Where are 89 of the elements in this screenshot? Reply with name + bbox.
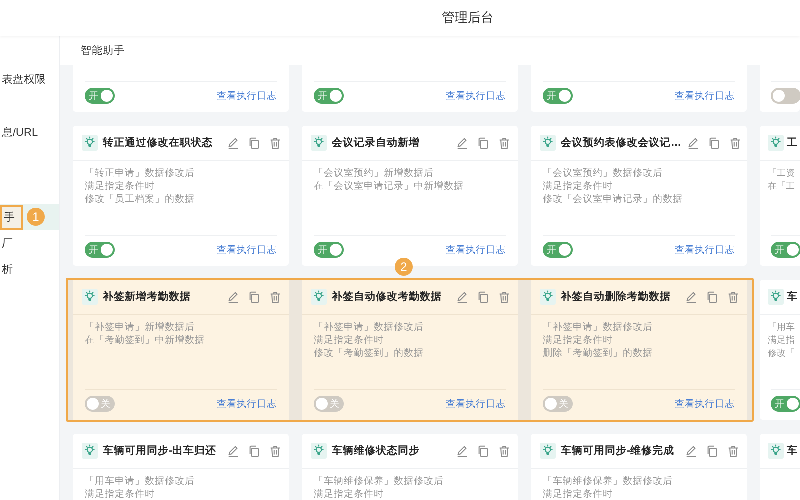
toggle-switch[interactable]: 开 bbox=[771, 242, 800, 258]
rule-title: 车 bbox=[787, 290, 798, 304]
execution-log-link[interactable]: 查看执行日志 bbox=[446, 398, 506, 410]
rule-description: 「转正申请」数据修改后 满足指定条件时 修改「员工档案」的数据 bbox=[85, 167, 195, 206]
delete-icon[interactable] bbox=[269, 444, 282, 458]
rule-title: 补签自动删除考勤数据 bbox=[561, 290, 671, 304]
rule-title: 工 bbox=[787, 136, 798, 150]
sidebar-item[interactable]: 表盘权限 bbox=[0, 66, 59, 92]
copy-icon[interactable] bbox=[477, 136, 490, 150]
delete-icon[interactable] bbox=[498, 290, 511, 304]
rule-description: 「会议室预约」数据修改后 满足指定条件时 修改「会议室申请记录」的数据 bbox=[543, 167, 683, 206]
rule-description: 「补签申请」新增数据后 在「考勤签到」中新增数据 bbox=[85, 321, 205, 347]
copy-icon[interactable] bbox=[477, 290, 490, 304]
edit-icon[interactable] bbox=[456, 290, 469, 304]
lightbulb-icon bbox=[768, 135, 784, 151]
execution-log-link[interactable]: 查看执行日志 bbox=[446, 244, 506, 256]
copy-icon[interactable] bbox=[248, 444, 261, 458]
execution-log-link[interactable]: 查看执行日志 bbox=[675, 244, 735, 256]
delete-icon[interactable] bbox=[727, 290, 740, 304]
toggle-switch[interactable]: 开 bbox=[85, 88, 115, 104]
copy-icon[interactable] bbox=[477, 444, 490, 458]
execution-log-link[interactable]: 查看执行日志 bbox=[675, 90, 735, 102]
edit-icon[interactable] bbox=[686, 136, 700, 150]
rule-description: 「工资 在「工 bbox=[768, 167, 795, 193]
rule-description: 「车辆维修保养」数据修改后 满足指定条件时 bbox=[314, 475, 444, 500]
delete-icon[interactable] bbox=[269, 290, 282, 304]
rule-description: 「补签申请」数据修改后 满足指定条件时 删除「考勤签到」的数据 bbox=[543, 321, 653, 360]
edit-icon[interactable] bbox=[227, 136, 240, 150]
execution-log-link[interactable]: 查看执行日志 bbox=[217, 398, 277, 410]
rule-description: 「用车申请」数据修改后 满足指定条件时 bbox=[85, 475, 195, 500]
copy-icon[interactable] bbox=[248, 136, 261, 150]
copy-icon[interactable] bbox=[708, 136, 720, 150]
lightbulb-icon bbox=[540, 289, 556, 305]
toggle-switch[interactable]: 开 bbox=[314, 88, 344, 104]
rule-description: 「会议室预约」新增数据后 在「会议室申请记录」中新增数据 bbox=[314, 167, 464, 193]
edit-icon[interactable] bbox=[685, 290, 698, 304]
rule-title: 车 bbox=[787, 444, 798, 458]
delete-icon[interactable] bbox=[728, 136, 742, 150]
lightbulb-icon bbox=[82, 289, 98, 305]
lightbulb-icon bbox=[311, 443, 327, 459]
delete-icon[interactable] bbox=[269, 136, 282, 150]
sidebar-item[interactable]: 厂 bbox=[0, 230, 59, 256]
toggle-switch[interactable]: 开 bbox=[314, 242, 344, 258]
sidebar-item[interactable]: 手 1 bbox=[0, 204, 59, 230]
rule-title: 车辆可用同步-维修完成 bbox=[561, 444, 674, 458]
execution-log-link[interactable]: 查看执行日志 bbox=[217, 90, 277, 102]
edit-icon[interactable] bbox=[227, 444, 240, 458]
edit-icon[interactable] bbox=[227, 290, 240, 304]
lightbulb-icon bbox=[540, 135, 556, 151]
delete-icon[interactable] bbox=[498, 444, 511, 458]
toggle-switch[interactable] bbox=[771, 88, 800, 104]
lightbulb-icon bbox=[311, 289, 327, 305]
copy-icon[interactable] bbox=[706, 290, 719, 304]
breadcrumb: 智能助手 bbox=[81, 44, 125, 58]
toggle-switch[interactable]: 开 bbox=[543, 242, 573, 258]
rule-title: 车辆可用同步-出车归还 bbox=[103, 444, 216, 458]
copy-icon[interactable] bbox=[706, 444, 719, 458]
rule-title: 会议记录自动新增 bbox=[332, 136, 420, 150]
lightbulb-icon bbox=[768, 443, 784, 459]
edit-icon[interactable] bbox=[456, 444, 469, 458]
rule-title: 会议预约表修改会议记… bbox=[561, 136, 682, 150]
toggle-switch[interactable]: 开 bbox=[771, 396, 800, 412]
rule-title: 补签自动修改考勤数据 bbox=[332, 290, 442, 304]
edit-icon[interactable] bbox=[456, 136, 469, 150]
delete-icon[interactable] bbox=[727, 444, 740, 458]
rule-title: 转正通过修改在职状态 bbox=[103, 136, 213, 150]
lightbulb-icon bbox=[311, 135, 327, 151]
sidebar-item[interactable]: 息/URL bbox=[0, 119, 59, 145]
execution-log-link[interactable]: 查看执行日志 bbox=[675, 398, 735, 410]
execution-log-link[interactable]: 查看执行日志 bbox=[217, 244, 277, 256]
lightbulb-icon bbox=[82, 443, 98, 459]
rule-description: 「车辆维修保养」数据修改后 满足指定条件时 bbox=[543, 475, 673, 500]
app-title: 管理后台 bbox=[442, 9, 494, 27]
rule-title: 补签新增考勤数据 bbox=[103, 290, 191, 304]
execution-log-link[interactable]: 查看执行日志 bbox=[446, 90, 506, 102]
copy-icon[interactable] bbox=[248, 290, 261, 304]
lightbulb-icon bbox=[540, 443, 556, 459]
toggle-switch[interactable]: 开 bbox=[85, 242, 115, 258]
annotation-badge: 2 bbox=[395, 258, 413, 276]
lightbulb-icon bbox=[768, 289, 784, 305]
rule-description: 「用车 满足指 修改「 bbox=[768, 321, 795, 360]
rule-description: 「补签申请」数据修改后 满足指定条件时 修改「考勤签到」的数据 bbox=[314, 321, 424, 360]
annotation-badge: 1 bbox=[27, 208, 45, 226]
toggle-switch[interactable]: 开 bbox=[543, 88, 573, 104]
rule-title: 车辆维修状态同步 bbox=[332, 444, 420, 458]
edit-icon[interactable] bbox=[685, 444, 698, 458]
sidebar-item[interactable]: 析 bbox=[0, 256, 59, 282]
lightbulb-icon bbox=[82, 135, 98, 151]
delete-icon[interactable] bbox=[498, 136, 511, 150]
